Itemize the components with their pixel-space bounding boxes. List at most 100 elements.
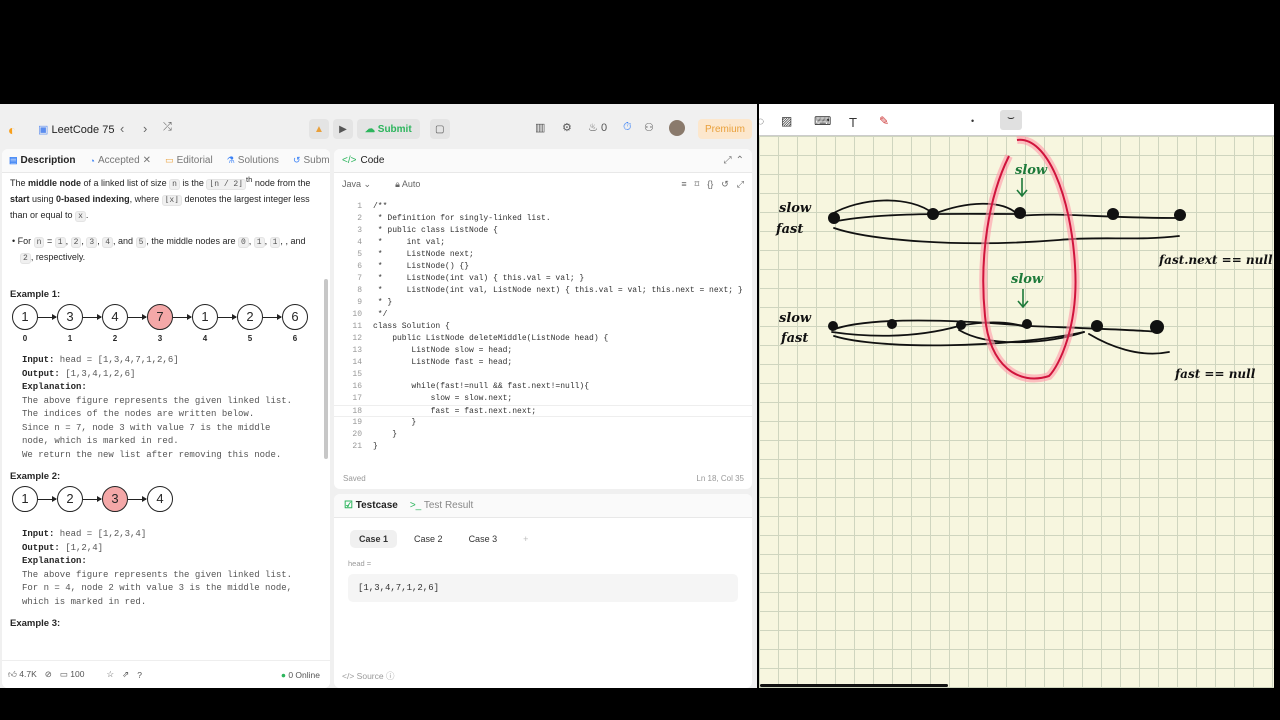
row1-node bbox=[828, 212, 840, 224]
text-tool-icon[interactable]: Ｔ bbox=[847, 114, 859, 131]
tab-accepted[interactable]: ◔ Accepted ✕ bbox=[83, 155, 159, 166]
line-number: 10 bbox=[352, 310, 362, 319]
code-line: 8 * ListNode(int val, ListNode next) { t… bbox=[334, 285, 752, 297]
help-icon[interactable]: ? bbox=[137, 670, 142, 680]
online-count: ● 0 Online bbox=[280, 669, 320, 680]
line-number: 8 bbox=[357, 286, 362, 295]
row2-tail-stroke bbox=[1088, 333, 1170, 355]
line-number: 12 bbox=[352, 334, 362, 343]
row1-note: fast.next == null bbox=[1158, 253, 1273, 267]
code-line: 15 bbox=[334, 369, 752, 381]
list-arrow bbox=[263, 314, 282, 320]
line-number: 9 bbox=[357, 298, 362, 307]
next-problem-icon[interactable]: › bbox=[143, 121, 147, 136]
example-1-block: Input: head = [1,3,4,7,1,2,6] Output: [1… bbox=[22, 355, 293, 460]
code-icon: </> bbox=[342, 671, 355, 681]
row1-node bbox=[1107, 208, 1119, 220]
tab-solutions[interactable]: ⚗ Solutions bbox=[220, 155, 286, 166]
line-number: 20 bbox=[352, 430, 362, 439]
run-controls: ▲ ▶ ☁ Submit ▢ bbox=[309, 119, 450, 139]
source-link[interactable]: </> Source ⓘ bbox=[342, 670, 395, 682]
laser-pointer-icon[interactable]: ✎ bbox=[879, 114, 889, 128]
node-index: 3 bbox=[157, 334, 163, 343]
pen-dot-icon[interactable]: • bbox=[971, 116, 974, 126]
avatar[interactable] bbox=[669, 120, 685, 136]
whiteboard[interactable]: ◌ ▨ ⌨ Ｔ ✎ • ⌣ slow fast slow fast.next =… bbox=[759, 104, 1274, 688]
stroke-style-icon[interactable]: ⌣ bbox=[1000, 110, 1022, 130]
problem-list-title[interactable]: ▣ LeetCode 75 bbox=[38, 123, 114, 136]
run-button[interactable]: ▶ bbox=[333, 119, 353, 139]
row2-node bbox=[1091, 320, 1103, 332]
row2-node bbox=[956, 320, 966, 330]
case-1-tab[interactable]: Case 1 bbox=[350, 530, 398, 548]
list-node: 4 bbox=[102, 304, 128, 330]
code-line: 4 * int val; bbox=[334, 237, 752, 249]
comments-button[interactable]: ▭ 100 bbox=[60, 669, 85, 680]
tab-description[interactable]: ▤ Description bbox=[2, 155, 83, 166]
language-select[interactable]: Java ⌄ bbox=[342, 179, 371, 190]
keyboard-icon[interactable]: ⌨ bbox=[814, 114, 831, 128]
lasso-icon[interactable]: ◌ bbox=[759, 114, 764, 128]
add-friend-icon[interactable]: ⚇ bbox=[644, 121, 654, 134]
bookmark-icon[interactable]: ⌑ bbox=[695, 179, 700, 190]
tab-editorial[interactable]: ▭ Editorial bbox=[158, 155, 220, 166]
braces-icon[interactable]: {} bbox=[707, 179, 713, 190]
line-text: } bbox=[373, 430, 398, 439]
code-icon: </> bbox=[342, 155, 357, 166]
row1-bottom-stroke bbox=[833, 227, 1180, 245]
line-number: 21 bbox=[352, 442, 362, 451]
reset-icon[interactable]: ↺ bbox=[721, 179, 729, 190]
case-tabs: Case 1 Case 2 Case 3 + bbox=[350, 530, 537, 548]
case-3-tab[interactable]: Case 3 bbox=[460, 530, 507, 548]
submit-button[interactable]: ☁ Submit bbox=[357, 119, 420, 139]
streak-counter[interactable]: ♨ 0 bbox=[588, 121, 607, 134]
tab-testcase[interactable]: ☑ Testcase bbox=[344, 500, 398, 511]
prev-problem-icon[interactable]: ‹ bbox=[120, 121, 124, 136]
image-icon[interactable]: ▨ bbox=[781, 114, 792, 128]
tab-submissions[interactable]: ↺ Subm bbox=[286, 155, 330, 166]
line-text: slow = slow.next; bbox=[373, 394, 513, 403]
description-scrollbar[interactable] bbox=[324, 279, 328, 459]
fullscreen-icon[interactable]: ⤢ bbox=[737, 179, 744, 190]
list-arrow bbox=[83, 314, 102, 320]
settings-icon[interactable]: ⚙ bbox=[562, 121, 572, 134]
line-text: * public class ListNode { bbox=[373, 226, 498, 235]
close-tab-icon[interactable]: ✕ bbox=[143, 155, 151, 166]
row2-node bbox=[1022, 319, 1032, 329]
dislike-icon[interactable]: ⊘ bbox=[45, 669, 52, 680]
add-case-icon[interactable]: + bbox=[514, 530, 537, 548]
row1-node bbox=[927, 208, 939, 220]
row1-slow-arrow bbox=[1016, 178, 1028, 198]
line-text: * int val; bbox=[373, 238, 446, 247]
tab-test-result[interactable]: >_ Test Result bbox=[410, 500, 473, 511]
mode-select[interactable]: 🔒︎ Auto bbox=[395, 179, 420, 190]
testcase-header: ☑ Testcase >_ Test Result bbox=[334, 494, 752, 518]
list-node: 1 bbox=[12, 304, 38, 330]
shuffle-icon[interactable]: ⤮ bbox=[163, 121, 172, 134]
cursor-position: Ln 18, Col 35 bbox=[696, 474, 744, 483]
leetcode-logo-icon[interactable]: ◐ bbox=[8, 122, 16, 138]
list-arrow bbox=[38, 496, 57, 502]
layout-icon[interactable]: ▥ bbox=[535, 121, 545, 134]
line-number: 17 bbox=[352, 394, 362, 403]
timer-icon[interactable]: ⏱ bbox=[623, 121, 632, 134]
row1-node bbox=[1174, 209, 1186, 221]
maximize-icon[interactable]: ⤢ bbox=[724, 155, 732, 166]
like-button[interactable]: 👍︎ 4.7K bbox=[8, 669, 37, 680]
code-editor[interactable]: 1 /** 2 * Definition for singly-linked lis… bbox=[334, 201, 752, 453]
line-number: 18 bbox=[352, 407, 362, 416]
case-2-tab[interactable]: Case 2 bbox=[405, 530, 452, 548]
format-icon[interactable]: ≡ bbox=[681, 179, 686, 190]
description-footer: 👍︎ 4.7K ⊘ ▭ 100 ☆ ⇗ ? ● 0 Online bbox=[2, 660, 330, 688]
star-icon[interactable]: ☆ bbox=[106, 669, 114, 680]
premium-button[interactable]: Premium bbox=[698, 119, 753, 139]
head-input[interactable]: [1,3,4,7,1,2,6] bbox=[348, 574, 738, 602]
collapse-icon[interactable]: ⌃ bbox=[736, 155, 744, 166]
terminal-icon: >_ bbox=[409, 500, 422, 511]
share-icon[interactable]: ⇗ bbox=[122, 669, 129, 680]
debug-icon[interactable]: ▲ bbox=[309, 119, 329, 139]
code-line: 5 * ListNode next; bbox=[334, 249, 752, 261]
notes-icon[interactable]: ▢ bbox=[429, 119, 450, 139]
code-line: 3 * public class ListNode { bbox=[334, 225, 752, 237]
code-line: 13 ListNode slow = head; bbox=[334, 345, 752, 357]
